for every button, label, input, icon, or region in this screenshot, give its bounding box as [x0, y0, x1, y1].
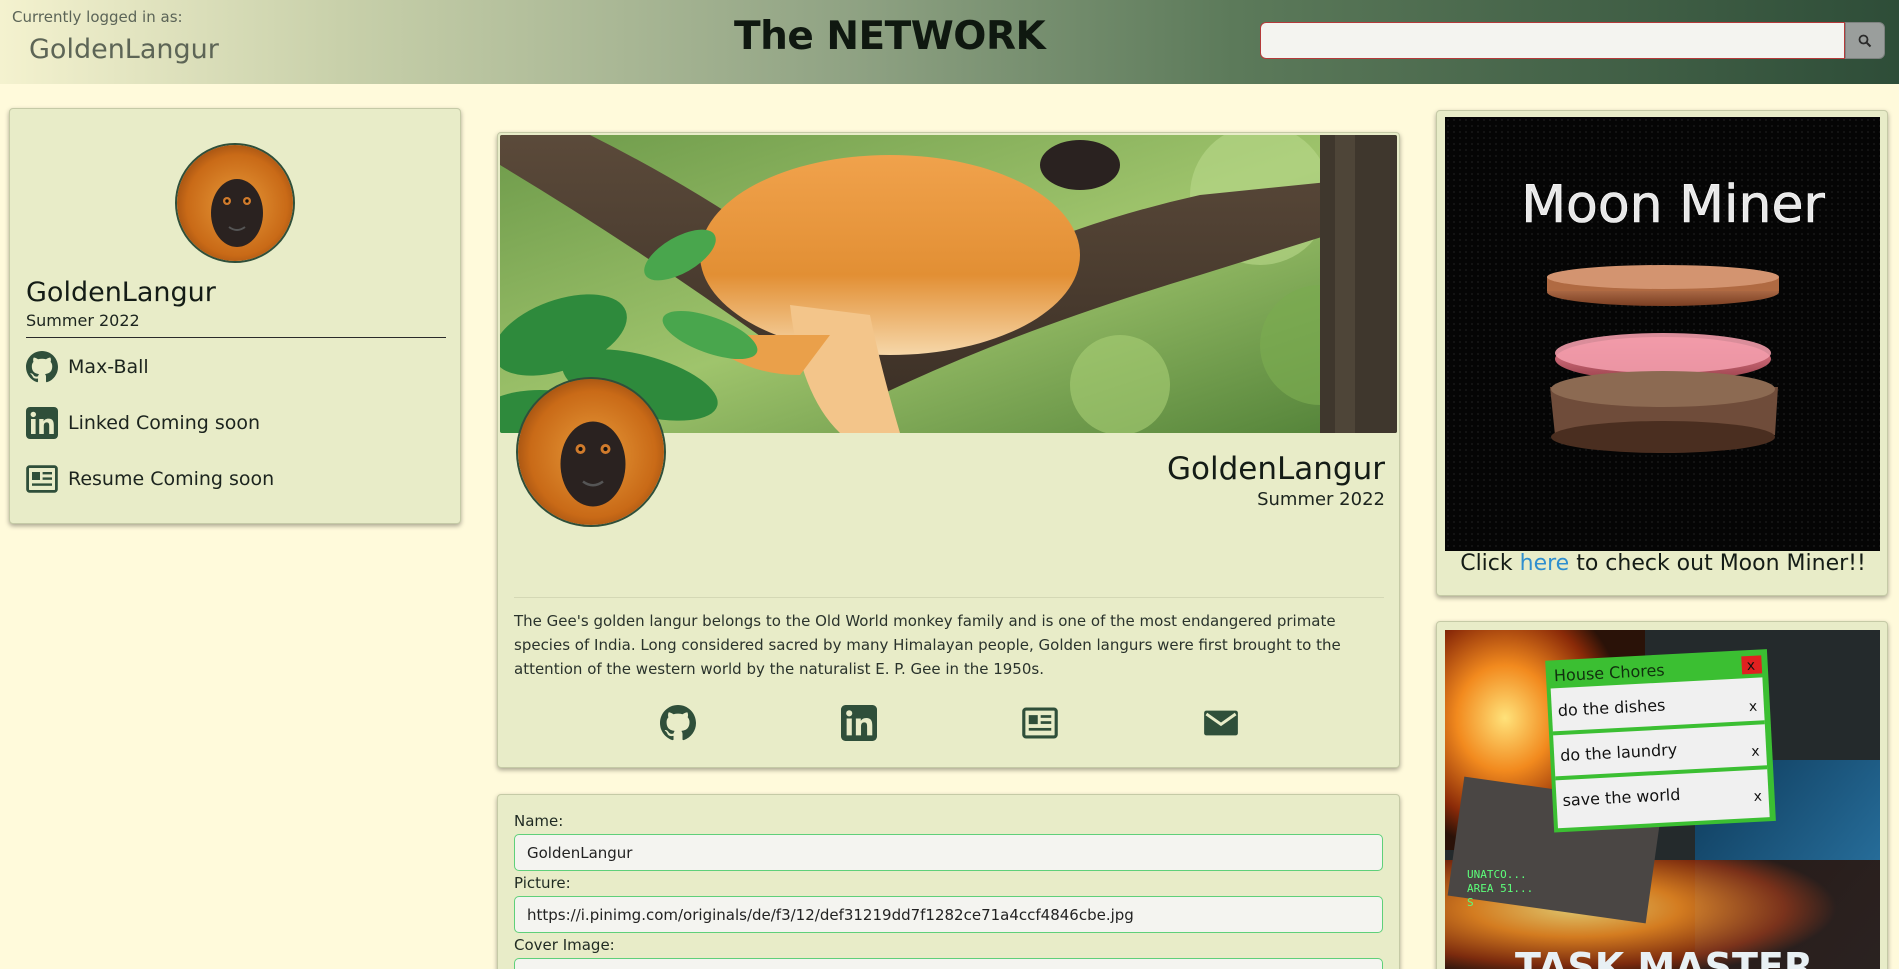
name-label: Name:	[514, 812, 564, 830]
linkedin-link[interactable]: Linked Coming soon	[26, 407, 260, 439]
profile-name: GoldenLangur	[26, 277, 216, 308]
linkedin-icon	[26, 407, 58, 439]
github-icon[interactable]	[660, 705, 696, 741]
profile-term-large: Summer 2022	[1257, 489, 1385, 510]
social-icon-bar	[498, 705, 1401, 745]
sidebar-profile-card: GoldenLangur Summer 2022 Max-Ball Linked…	[9, 108, 461, 524]
avatar[interactable]	[175, 143, 295, 263]
search-input[interactable]	[1260, 22, 1845, 59]
task-master-banner: TASK MASTER	[1515, 945, 1813, 969]
github-link-label: Max-Ball	[68, 356, 149, 378]
top-nav: Currently logged in as: GoldenLangur The…	[0, 0, 1899, 84]
divider	[26, 337, 446, 338]
task-screen-text-1: UNATCO...	[1467, 868, 1527, 881]
divider	[514, 597, 1384, 598]
moon-miner-ad: Moon Miner Click here to check out Moon …	[1436, 110, 1888, 596]
moon-miner-link[interactable]: here	[1520, 551, 1570, 576]
chores-close-button: x	[1746, 658, 1755, 674]
linkedin-icon[interactable]	[841, 705, 877, 741]
linkedin-link-label: Linked Coming soon	[68, 412, 261, 434]
resume-icon	[26, 465, 58, 493]
search-button[interactable]	[1845, 22, 1885, 59]
search-icon	[1858, 34, 1872, 47]
task-master-ad: UNATCO... AREA 51... S House Chores x do…	[1436, 621, 1888, 969]
picture-field[interactable]	[514, 896, 1383, 933]
profile-name-large: GoldenLangur	[1167, 451, 1385, 487]
logged-in-caption: Currently logged in as:	[12, 8, 183, 26]
moon-miner-caption: Click here to check out Moon Miner!!	[1437, 551, 1889, 576]
chore-remove-2: x	[1751, 744, 1760, 760]
profile-term: Summer 2022	[26, 311, 140, 330]
task-screen-text-3: S	[1467, 896, 1474, 909]
picture-label: Picture:	[514, 874, 571, 892]
chore-remove-3: x	[1753, 789, 1762, 805]
site-title[interactable]: The NETWORK	[734, 14, 1046, 59]
profile-card: GoldenLangur Summer 2022 The Gee's golde…	[497, 132, 1400, 768]
moon-miner-image[interactable]: Moon Miner	[1445, 117, 1880, 551]
resume-link-label: Resume Coming soon	[68, 468, 275, 490]
name-field[interactable]	[514, 834, 1383, 871]
profile-avatar[interactable]	[516, 377, 666, 527]
moon-caption-prefix: Click	[1460, 551, 1520, 576]
email-icon[interactable]	[1203, 705, 1239, 741]
github-link[interactable]: Max-Ball	[26, 351, 149, 383]
chore-remove-1: x	[1748, 699, 1757, 715]
cover-image	[500, 135, 1397, 433]
task-screen-text-2: AREA 51...	[1467, 882, 1533, 895]
task-master-image[interactable]: UNATCO... AREA 51... S House Chores x do…	[1445, 630, 1880, 969]
edit-profile-form: Name: Picture: Cover Image:	[497, 794, 1400, 969]
github-icon	[26, 351, 58, 383]
moon-caption-suffix: to check out Moon Miner!!	[1569, 551, 1866, 576]
cover-image-field[interactable]	[514, 958, 1383, 969]
logged-in-username[interactable]: GoldenLangur	[29, 34, 219, 65]
profile-bio: The Gee's golden langur belongs to the O…	[514, 612, 1341, 678]
cover-image-label: Cover Image:	[514, 936, 615, 954]
moon-miner-title: Moon Miner	[1521, 175, 1825, 235]
resume-link[interactable]: Resume Coming soon	[26, 463, 274, 495]
resume-icon[interactable]	[1022, 705, 1058, 741]
